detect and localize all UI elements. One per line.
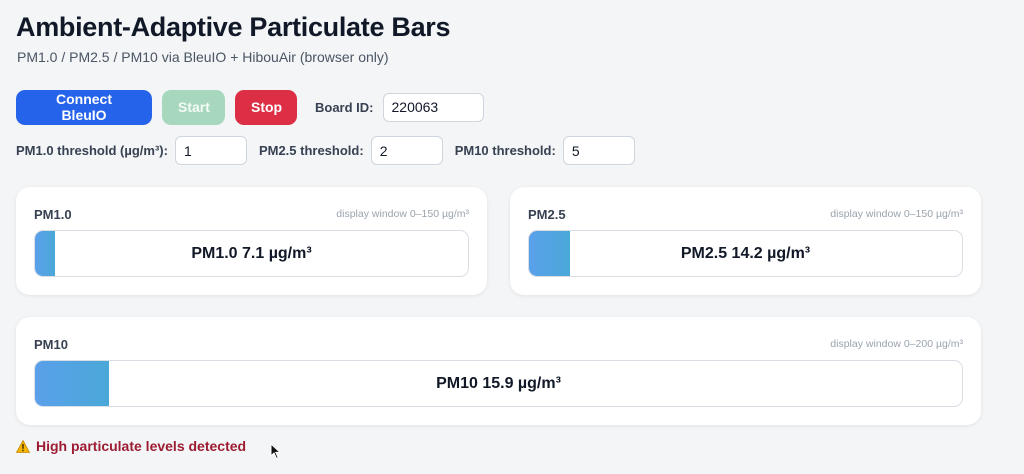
board-id-input[interactable] <box>382 92 484 122</box>
alert-text: High particulate levels detected <box>36 438 247 454</box>
pm10-card-title: PM10 <box>34 337 68 352</box>
start-button[interactable]: Start <box>162 89 225 125</box>
pm1-bar: PM1.0 7.1 µg/m³ <box>34 230 469 277</box>
pm25-display-window: display window 0–150 µg/m³ <box>830 208 963 220</box>
page-subtitle: PM1.0 / PM2.5 / PM10 via BleuIO + HibouA… <box>17 49 389 65</box>
control-bar: Connect BleuIO Start Stop Board ID: <box>16 89 484 125</box>
board-id-label: Board ID: <box>315 99 374 115</box>
pm25-bar: PM2.5 14.2 µg/m³ <box>528 230 963 277</box>
pm1-threshold-input[interactable] <box>174 136 247 165</box>
pm25-reading: PM2.5 14.2 µg/m³ <box>680 244 811 262</box>
connect-button[interactable]: Connect BleuIO <box>16 89 152 125</box>
pm25-threshold-input[interactable] <box>370 136 443 165</box>
pm1-card-title: PM1.0 <box>34 207 72 222</box>
particulate-alert: High particulate levels detected <box>16 438 246 454</box>
pm10-bar: PM10 15.9 µg/m³ <box>34 360 963 407</box>
warning-icon <box>16 439 30 453</box>
pm25-card-title: PM2.5 <box>528 207 566 222</box>
pm10-card: PM10 display window 0–200 µg/m³ PM10 15.… <box>16 317 981 425</box>
pm1-threshold-label: PM1.0 threshold (µg/m³): <box>16 143 168 158</box>
mouse-cursor-icon <box>270 443 282 460</box>
pm1-reading: PM1.0 7.1 µg/m³ <box>191 244 312 262</box>
stop-button[interactable]: Stop <box>235 89 297 125</box>
pm10-threshold-input[interactable] <box>562 136 635 165</box>
pm10-reading: PM10 15.9 µg/m³ <box>436 374 561 392</box>
pm10-threshold-label: PM10 threshold: <box>454 143 556 158</box>
pm1-display-window: display window 0–150 µg/m³ <box>336 208 469 220</box>
pm10-display-window: display window 0–200 µg/m³ <box>830 338 963 350</box>
pm25-threshold-label: PM2.5 threshold: <box>258 143 364 158</box>
pm1-card: PM1.0 display window 0–150 µg/m³ PM1.0 7… <box>16 187 487 295</box>
pm25-card: PM2.5 display window 0–150 µg/m³ PM2.5 1… <box>510 187 981 295</box>
page-title: Ambient-Adaptive Particulate Bars <box>16 12 451 42</box>
threshold-bar: PM1.0 threshold (µg/m³): PM2.5 threshold… <box>16 135 647 166</box>
